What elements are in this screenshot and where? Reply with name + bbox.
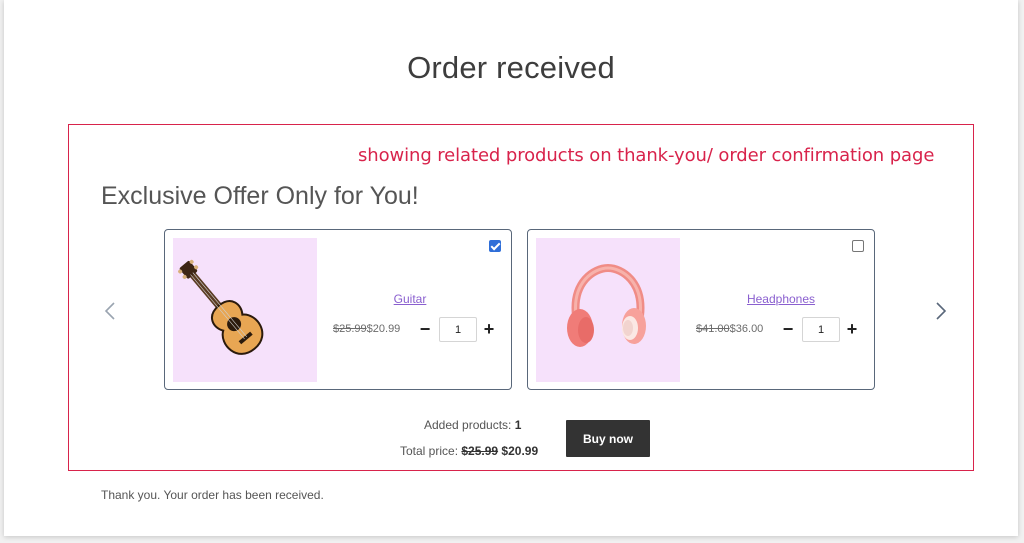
page-title: Order received [407,50,615,85]
headphones-icon [567,263,646,347]
product-card-guitar: Guitar $25.99 $20.99 − + [164,229,512,390]
offer-heading: Exclusive Offer Only for You! [101,182,419,210]
new-price: $20.99 [366,323,401,335]
qty-decrease-button[interactable]: − [780,318,796,340]
quantity-input[interactable] [439,317,477,342]
carousel-prev-button[interactable] [99,298,121,324]
old-price: $41.00 [696,323,730,335]
old-price: $25.99 [333,323,367,335]
total-price-label: Total price: [400,444,459,458]
added-products-summary: Added products: 1 [424,418,521,432]
added-products-label: Added products: [424,418,512,432]
guitar-image[interactable] [173,238,317,382]
chevron-left-icon [104,302,115,320]
qty-decrease-button[interactable]: − [417,318,433,340]
page-container: Order received showing related products … [4,0,1018,536]
total-old-price: $25.99 [461,444,499,458]
total-price-summary: Total price: $25.99 $20.99 [400,444,538,458]
select-checkbox-headphones[interactable] [852,240,864,252]
product-link-guitar[interactable]: Guitar [365,292,455,306]
buy-now-button[interactable]: Buy now [566,420,650,457]
carousel-next-button[interactable] [930,298,952,324]
price-guitar: $25.99 $20.99 [333,316,400,342]
guitar-icon [178,259,264,355]
price-headphones: $41.00 $36.00 [696,316,763,342]
qty-increase-button[interactable]: + [844,318,860,340]
total-new-price: $20.99 [501,444,539,458]
qty-increase-button[interactable]: + [481,318,497,340]
annotation-text: showing related products on thank-you/ o… [358,145,935,166]
select-checkbox-guitar[interactable] [489,240,501,252]
chevron-right-icon [936,302,947,320]
thank-you-message: Thank you. Your order has been received. [101,488,324,502]
quantity-input[interactable] [802,317,840,342]
new-price: $36.00 [729,323,764,335]
headphones-image[interactable] [536,238,680,382]
added-products-count: 1 [514,418,522,432]
product-link-headphones[interactable]: Headphones [736,292,826,306]
product-card-headphones: Headphones $41.00 $36.00 − + [527,229,875,390]
